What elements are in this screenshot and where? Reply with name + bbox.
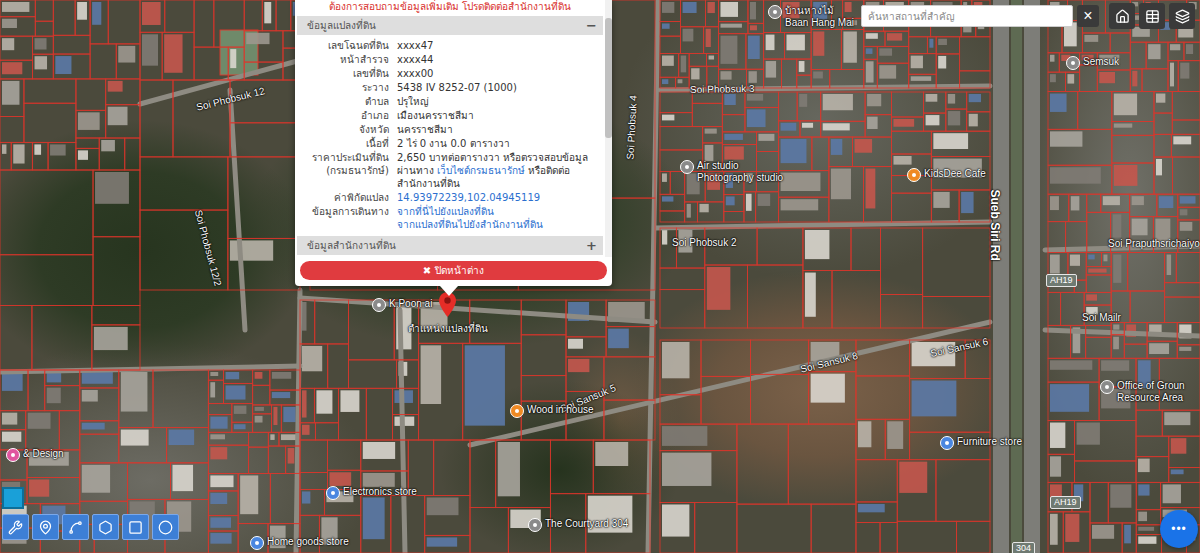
road-label: Soi Phobsuk 4 — [619, 95, 641, 160]
clear-search-button[interactable]: × — [1077, 5, 1099, 27]
point-tool-button[interactable] — [32, 514, 59, 540]
info-row: เนื้อที่2 ไร่ 0 งาน 0.0 ตารางวา — [297, 136, 603, 150]
search-input[interactable] — [861, 5, 1073, 27]
route-shield: AH19 — [1050, 490, 1081, 509]
circle-icon — [158, 520, 173, 535]
close-popup-button[interactable]: ✖ปิดหน้าต่าง — [300, 261, 607, 280]
place-label[interactable]: K.Poon ai — [372, 298, 432, 312]
scrollbar[interactable] — [605, 0, 612, 257]
place-icon — [6, 448, 20, 462]
place-label[interactable]: & Design — [6, 448, 64, 462]
wrench-icon — [8, 520, 23, 535]
info-row: ราคาประเมินที่ดิน (กรมธนารักษ์)2,650 บาท… — [297, 150, 603, 190]
info-row: ข้อมูลการเดินทางจากที่นี่ไปยังแปลงที่ดิน… — [297, 204, 603, 231]
place-label[interactable]: Office of GrounResource Area — [1100, 380, 1185, 404]
pin-icon — [38, 520, 53, 535]
section-toggle[interactable]: + — [586, 239, 597, 252]
place-label[interactable]: Electronics store — [326, 486, 417, 500]
home-icon — [1115, 9, 1130, 24]
info-text: เมืองนครราชสีมา — [397, 110, 474, 121]
info-row: ตำบลปรุใหญ่ — [297, 94, 603, 108]
grid-button[interactable] — [1139, 3, 1165, 29]
section-toggle[interactable]: − — [586, 19, 597, 32]
place-icon — [1100, 380, 1114, 394]
info-text: xxxx47 — [397, 40, 433, 51]
place-icon — [907, 168, 921, 182]
grid-icon — [1145, 9, 1160, 24]
place-label[interactable]: Home goods store — [250, 536, 349, 550]
tools-button[interactable] — [2, 514, 29, 540]
info-row: หน้าสำรวจxxxx44 — [297, 52, 603, 66]
circle-tool-button[interactable] — [152, 514, 179, 540]
info-text: xxxx44 — [397, 54, 433, 65]
road-label: Sueb Siri Rd — [987, 190, 1006, 261]
top-controls: × — [861, 3, 1195, 29]
info-row: ระวาง5438 IV 8252-07 (1000) — [297, 80, 603, 94]
draw-toolbar — [2, 514, 179, 540]
place-icon — [1066, 56, 1080, 70]
road-label: Soi Mailr — [1082, 306, 1121, 325]
road-label: Soi Phobsuk 12/2 — [191, 207, 230, 288]
place-icon — [528, 518, 542, 532]
scrollbar-thumb[interactable] — [605, 18, 612, 138]
place-label[interactable]: Semsuk — [1066, 56, 1119, 70]
info-row: จังหวัดนครราชสีมา — [297, 122, 603, 136]
map-view[interactable]: Soi Phobsuk 12Soi Phobsuk 12/2Soi Phobsu… — [0, 0, 1200, 553]
polygon-icon — [98, 520, 113, 535]
parcel-info-popup: ต้องการสอบถามข้อมูลเพิ่มเติม โปรดติดต่อส… — [295, 0, 612, 286]
road-label: Soi Praputhsrichaiyo — [1108, 232, 1200, 251]
info-row: เลขโฉนดที่ดินxxxx47 — [297, 38, 603, 52]
info-text: xxxx00 — [397, 68, 433, 79]
rectangle-tool-button[interactable] — [122, 514, 149, 540]
info-link[interactable]: จากที่นี่ไปยังแปลงที่ดิน — [397, 206, 494, 217]
line-icon — [68, 520, 83, 535]
polygon-tool-button[interactable] — [92, 514, 119, 540]
info-row: ค่าพิกัดแปลง14.93972239,102.04945119 — [297, 190, 603, 204]
info-link[interactable]: จากแปลงที่ดินไปยังสำนักงานที่ดิน — [397, 219, 543, 230]
info-link[interactable]: 14.93972239,102.04945119 — [397, 192, 540, 203]
road-label: Soi Phobsuk 3 — [690, 77, 755, 97]
place-icon — [326, 486, 340, 500]
marker-label: ตำแหน่งแปลงที่ดิน — [408, 322, 488, 335]
info-text: 2 ไร่ 0 งาน 0.0 ตารางวา — [397, 138, 510, 149]
place-label[interactable]: The Courtyard 304 — [528, 518, 628, 532]
place-label[interactable]: KidsDee Cafe — [907, 168, 986, 182]
line-tool-button[interactable] — [62, 514, 89, 540]
place-label[interactable]: Air studioPhotography studio — [680, 160, 783, 184]
home-button[interactable] — [1109, 3, 1135, 29]
place-icon — [940, 436, 954, 450]
info-rows: เลขโฉนดที่ดินxxxx47หน้าสำรวจxxxx44เลขที่… — [297, 37, 603, 234]
info-text: 5438 IV 8252-07 (1000) — [397, 82, 517, 93]
place-icon — [510, 404, 524, 418]
info-row: อำเภอเมืองนครราชสีมา — [297, 108, 603, 122]
popup-pointer — [440, 286, 458, 296]
layers-icon — [1175, 9, 1190, 24]
place-icon — [768, 5, 782, 19]
place-icon — [372, 298, 386, 312]
place-icon — [250, 536, 264, 550]
layer-toggle-button[interactable] — [2, 487, 24, 509]
info-row: เลขที่ดินxxxx00 — [297, 66, 603, 80]
info-text: นครราชสีมา — [397, 124, 453, 135]
section-header[interactable]: ข้อมูลสำนักงานที่ดิน+ — [297, 236, 603, 255]
chat-button[interactable]: ••• — [1160, 510, 1198, 548]
route-shield: 304 — [1012, 536, 1035, 553]
info-text: ปรุใหญ่ — [397, 96, 429, 107]
rectangle-icon — [128, 520, 143, 535]
road-label: Soi Phobsuk 2 — [672, 231, 737, 250]
info-link[interactable]: เว็บไซต์กรมธนารักษ์ — [437, 165, 525, 176]
notice-text: ต้องการสอบถามข้อมูลเพิ่มเติม โปรดติดต่อส… — [297, 0, 603, 14]
place-label[interactable]: Wood in house — [510, 404, 594, 418]
place-icon — [680, 160, 694, 174]
place-label[interactable]: Furniture store — [940, 436, 1022, 450]
route-shield: AH19 — [1046, 268, 1077, 287]
place-label[interactable]: บ้านหางไม้Baan Hang Mai — [768, 5, 854, 29]
layers-button[interactable] — [1169, 3, 1195, 29]
section-header[interactable]: ข้อมูลแปลงที่ดิน− — [297, 16, 603, 35]
